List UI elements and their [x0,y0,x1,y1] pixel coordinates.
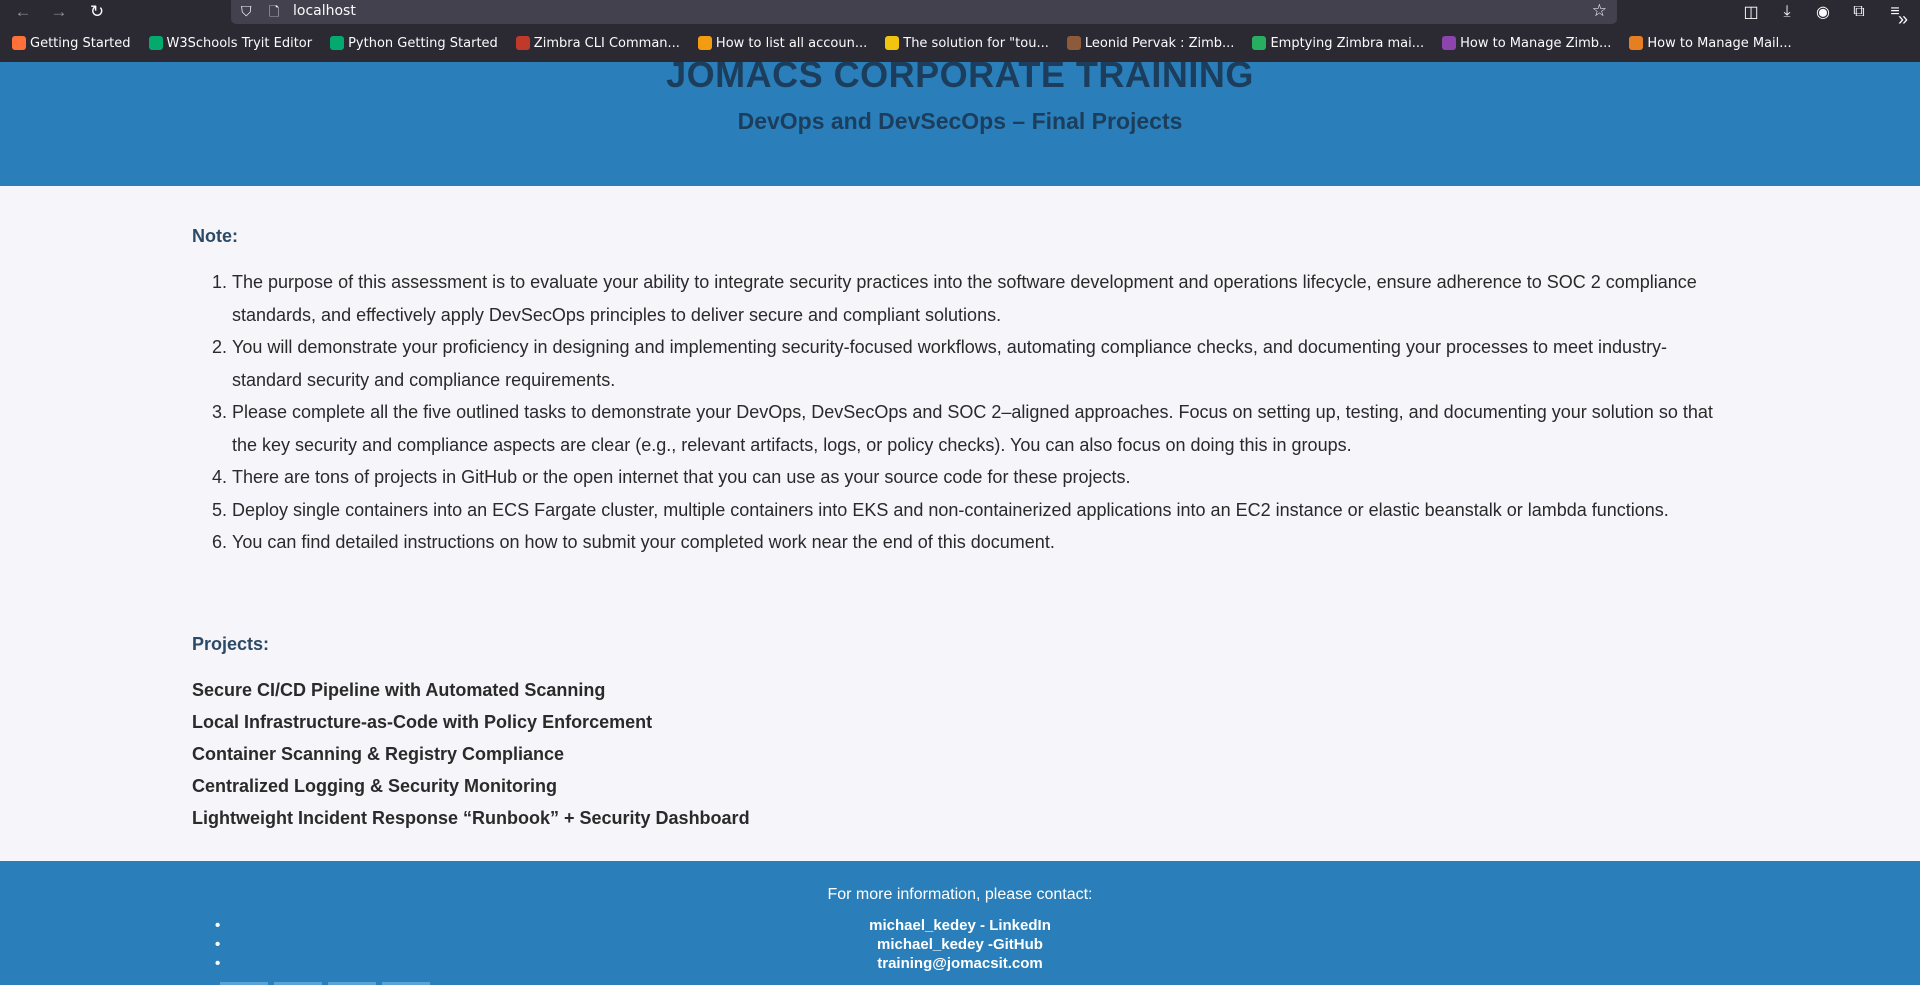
page-footer: For more information, please contact: •m… [0,861,1920,985]
bookmark-favicon-icon [148,36,163,50]
bookmark-favicon-icon [330,36,345,50]
page-icon: 🗋 [269,4,280,19]
contact-linkedin-link[interactable]: •michael_kedey - LinkedIn [0,916,1920,935]
bookmark-favicon-icon [1252,36,1267,50]
account-icon[interactable]: ◉ [1809,0,1837,24]
bookmark-item[interactable]: Getting Started [12,36,131,51]
note-list: The purpose of this assessment is to eva… [192,266,1732,559]
bookmark-favicon-icon [12,36,26,50]
bookmark-label: Emptying Zimbra mai... [1270,35,1425,51]
bookmark-label: Getting Started [30,35,131,51]
bookmark-label: Python Getting Started [348,35,498,51]
bookmark-label: W3Schools Tryit Editor [166,35,313,51]
browser-toolbar: ← → ↻ ⛉ 🗋 localhost ☆ ◫ ⤓ ◉ ⧉ ≡ [0,0,1920,24]
bookmark-favicon-icon [1442,36,1457,50]
bookmark-star-icon[interactable]: ☆ [1592,1,1607,21]
contact-note: For more information, please contact: [827,886,1093,903]
project-item: Local Infrastructure-as-Code with Policy… [192,712,653,732]
bookmark-item[interactable]: Python Getting Started [330,36,498,51]
note-heading: Note: [192,226,238,246]
project-list: Secure CI/CD Pipeline with Automated Sca… [192,674,750,834]
address-bar[interactable]: ⛉ 🗋 localhost ☆ [231,0,1617,24]
project-item: Centralized Logging & Security Monitorin… [192,776,558,796]
bookmark-label: How to Manage Zimb... [1460,35,1612,51]
note-item: Deploy single containers into an ECS Far… [232,494,1732,527]
reload-icon[interactable]: ↻ [82,0,112,24]
bookmark-label: The solution for "tou... [903,35,1049,51]
bookmark-item[interactable]: The solution for "tou... [885,36,1049,51]
bookmark-favicon-icon [885,36,900,50]
bullet-icon: • [215,936,221,953]
project-item: Lightweight Incident Response “Runbook” … [192,808,750,828]
contact-list: •michael_kedey - LinkedIn •michael_kedey… [0,916,1920,973]
bookmark-item[interactable]: How to list all accoun... [697,35,868,51]
bookmark-favicon-icon [697,36,712,50]
bullet-icon: • [215,955,221,972]
bookmark-favicon-icon [1066,36,1081,50]
bookmark-item[interactable]: How to Manage Mail... [1629,35,1792,51]
page-header: JOMACS CORPORATE TRAINING DevOps and Dev… [0,54,1920,186]
projects-heading: Projects: [192,634,270,654]
bookmark-label: How to Manage Mail... [1647,35,1792,51]
chevron-more-icon[interactable]: » [1898,9,1908,30]
contact-github-link[interactable]: •michael_kedey -GitHub [0,935,1920,954]
extensions-icon[interactable]: ⧉ [1845,0,1873,24]
download-icon[interactable]: ⤓ [1773,0,1801,24]
bookmark-item[interactable]: Leonid Pervak : Zimb... [1066,35,1235,51]
note-item: The purpose of this assessment is to eva… [232,266,1732,331]
bookmark-item[interactable]: Emptying Zimbra mai... [1252,36,1424,51]
contact-email-link[interactable]: •training@jomacsit.com [0,954,1920,973]
note-item: You can find detailed instructions on ho… [232,526,1732,559]
bookmark-label: Zimbra CLI Comman... [533,35,680,51]
back-icon[interactable]: ← [8,0,38,24]
bullet-icon: • [215,917,221,934]
bookmark-item[interactable]: How to Manage Zimb... [1442,36,1611,51]
shield-icon[interactable]: ⛉ [241,3,252,20]
bookmark-label: Leonid Pervak : Zimb... [1084,35,1235,51]
project-item: Container Scanning & Registry Compliance [192,744,565,764]
note-item: You will demonstrate your proficiency in… [232,331,1732,396]
note-item: Please complete all the five outlined ta… [232,396,1732,461]
bookmark-item[interactable]: Zimbra CLI Comman... [515,35,680,51]
bookmark-item[interactable]: W3Schools Tryit Editor [148,35,313,51]
forward-icon[interactable]: → [44,0,74,24]
bookmark-label: How to list all accoun... [715,35,868,51]
page-title: JOMACS CORPORATE TRAINING [666,54,1254,95]
project-item: Secure CI/CD Pipeline with Automated Sca… [192,680,606,700]
note-item: There are tons of projects in GitHub or … [232,461,1732,494]
page-subtitle: DevOps and DevSecOps – Final Projects [737,108,1183,134]
bookmark-favicon-icon [1629,36,1644,50]
url-text[interactable]: localhost [293,3,356,19]
bookmark-favicon-icon [515,36,530,50]
pocket-icon[interactable]: ◫ [1737,0,1765,24]
